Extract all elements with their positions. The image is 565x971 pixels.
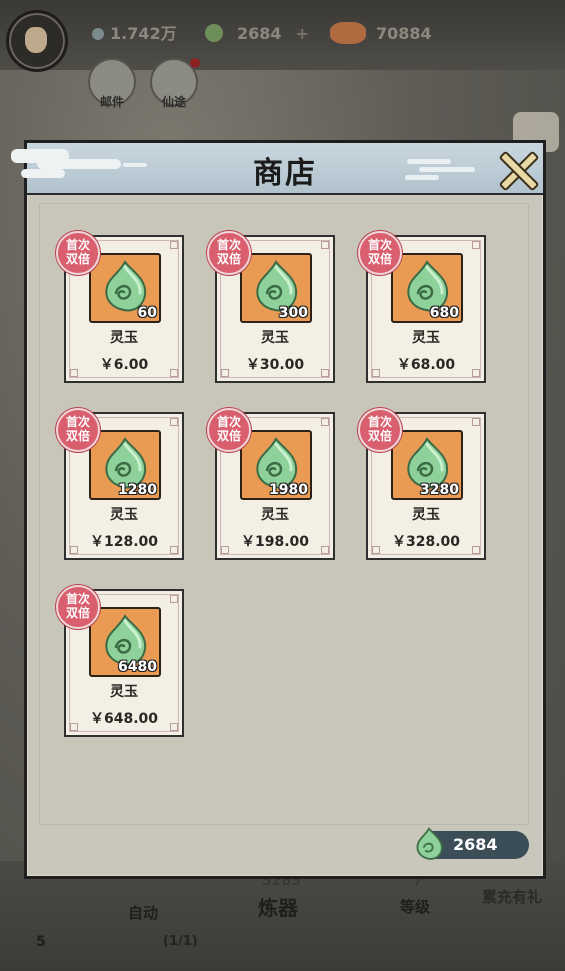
item-name: 灵玉 [412, 507, 440, 523]
badge-line2: 双倍 [65, 606, 90, 620]
item-name: 灵玉 [110, 684, 138, 700]
item-name: 灵玉 [261, 330, 289, 346]
item-icon-frame: 1980 [240, 430, 312, 500]
item-price: ￥328.00 [391, 534, 461, 550]
corner-ornament [321, 418, 329, 426]
refine-button[interactable]: 炼器 [258, 892, 298, 921]
item-name: 灵玉 [412, 330, 440, 346]
badge-line1: 首次 [216, 238, 241, 252]
item-icon-frame: 6480 [89, 607, 161, 677]
item-price: ￥128.00 [89, 534, 159, 550]
badge-line2: 双倍 [216, 429, 241, 443]
shop-item-card-1980[interactable]: 1980 灵玉 ￥198.00 首次 双倍 [207, 408, 335, 560]
shop-title: 商店 [253, 156, 317, 191]
shop-item-card-6480[interactable]: 6480 灵玉 ￥648.00 首次 双倍 [56, 585, 184, 737]
item-icon-frame: 680 [391, 253, 463, 323]
shop-item-card-1280[interactable]: 1280 灵玉 ￥128.00 首次 双倍 [56, 408, 184, 560]
item-price: ￥68.00 [396, 357, 456, 373]
item-name: 灵玉 [110, 507, 138, 523]
item-quantity: 300 [278, 305, 308, 321]
add-jade-button[interactable]: + [296, 24, 309, 43]
shop-item-card-3280[interactable]: 3280 灵玉 ￥328.00 首次 双倍 [358, 408, 486, 560]
badge-line1: 首次 [367, 238, 392, 252]
item-price: ￥6.00 [99, 357, 149, 373]
item-price: ￥648.00 [89, 711, 159, 727]
level-button[interactable]: 等级 [400, 896, 430, 917]
item-icon-frame: 300 [240, 253, 312, 323]
shop-modal: 商店 60 灵玉 ￥6.00 首次 双倍 300 灵玉 ￥30.00 首次 双倍… [11, 140, 546, 879]
top-resource-bar: 1.742万 2684 + 70884 [0, 0, 565, 72]
journey-label: 仙途 [161, 95, 186, 109]
silver-resource: 1.742万 [92, 22, 177, 46]
item-quantity: 3280 [420, 482, 459, 498]
jade-balance-value: 2684 [453, 835, 498, 854]
first-double-badge: 首次 双倍 [56, 408, 100, 452]
shop-item-card-60[interactable]: 60 灵玉 ￥6.00 首次 双倍 [56, 231, 184, 383]
badge-line1: 首次 [65, 592, 90, 606]
shop-item-card-300[interactable]: 300 灵玉 ￥30.00 首次 双倍 [207, 231, 335, 383]
badge-line2: 双倍 [367, 429, 392, 443]
shop-header: 商店 [11, 143, 543, 195]
badge-line2: 双倍 [367, 252, 392, 266]
left-counter: 5 [36, 934, 46, 950]
corner-ornament [472, 241, 480, 249]
first-double-badge: 首次 双倍 [56, 231, 100, 275]
item-quantity: 6480 [118, 659, 157, 675]
badge-line1: 首次 [65, 415, 90, 429]
silver-icon [92, 28, 104, 40]
corner-ornament [170, 241, 178, 249]
progress-count: (1/1) [163, 934, 198, 949]
first-double-badge: 首次 双倍 [56, 585, 100, 629]
item-name: 灵玉 [110, 330, 138, 346]
close-icon[interactable] [495, 149, 537, 189]
item-quantity: 1280 [118, 482, 157, 498]
badge-line1: 首次 [216, 415, 241, 429]
item-quantity: 680 [429, 305, 459, 321]
mail-button[interactable]: 邮件 [88, 58, 136, 109]
power-icon [330, 22, 366, 44]
jade-balance: 2684 [416, 827, 529, 860]
jade-icon [205, 24, 223, 42]
item-price: ￥198.00 [240, 534, 310, 550]
badge-line2: 双倍 [65, 252, 90, 266]
item-quantity: 60 [137, 305, 157, 321]
item-quantity: 1980 [269, 482, 308, 498]
badge-line1: 首次 [65, 238, 90, 252]
first-double-badge: 首次 双倍 [207, 408, 251, 452]
item-icon-frame: 60 [89, 253, 161, 323]
corner-ornament [170, 595, 178, 603]
corner-ornament [321, 241, 329, 249]
auto-button[interactable]: 自动 [128, 902, 158, 923]
corner-ornament [170, 418, 178, 426]
item-icon-frame: 1280 [89, 430, 161, 500]
jade-resource: 2684 + [205, 22, 309, 46]
silver-value: 1.742万 [110, 24, 177, 43]
shop-item-grid: 60 灵玉 ￥6.00 首次 双倍 300 灵玉 ￥30.00 首次 双倍 68… [39, 203, 529, 825]
power-resource: 70884 [330, 22, 432, 46]
first-double-badge: 首次 双倍 [358, 231, 402, 275]
jade-value: 2684 [237, 24, 282, 43]
first-double-badge: 首次 双倍 [207, 231, 251, 275]
item-price: ￥30.00 [245, 357, 305, 373]
power-value: 70884 [376, 24, 432, 43]
jade-leaf-icon [416, 827, 443, 860]
item-icon-frame: 3280 [391, 430, 463, 500]
mail-label: 邮件 [99, 95, 124, 109]
first-double-badge: 首次 双倍 [358, 408, 402, 452]
corner-ornament [472, 418, 480, 426]
badge-line2: 双倍 [65, 429, 90, 443]
badge-line1: 首次 [367, 415, 392, 429]
journey-button[interactable]: 仙途 [150, 58, 200, 109]
recharge-reward-button[interactable]: 累充有礼 [482, 886, 542, 907]
shop-item-card-680[interactable]: 680 灵玉 ￥68.00 首次 双倍 [358, 231, 486, 383]
item-name: 灵玉 [261, 507, 289, 523]
badge-line2: 双倍 [216, 252, 241, 266]
player-avatar[interactable] [6, 10, 68, 72]
